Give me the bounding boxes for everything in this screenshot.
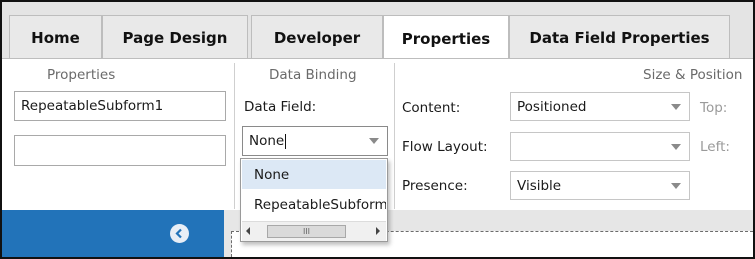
scrollbar-grip: III: [302, 227, 311, 236]
tab-label: Properties: [401, 30, 491, 48]
chevron-down-icon[interactable]: [671, 103, 681, 110]
group-separator: [234, 63, 235, 209]
property-value-field[interactable]: [14, 135, 226, 166]
chevron-down-icon[interactable]: [671, 143, 681, 150]
content-value: Positioned: [517, 98, 587, 115]
data-field-value: None: [249, 133, 285, 149]
dropdown-option-repeatablesubform1[interactable]: RepeatableSubform1: [242, 190, 386, 219]
content-label: Content:: [402, 100, 461, 116]
presence-combo[interactable]: Visible: [510, 171, 690, 200]
tab-label: Page Design: [122, 29, 228, 47]
flow-layout-combo[interactable]: [510, 132, 690, 161]
tab-page-design[interactable]: Page Design: [102, 15, 248, 60]
left-pane: [2, 210, 224, 257]
presence-value: Visible: [517, 177, 562, 194]
group-title-properties: Properties: [47, 67, 116, 83]
dropdown-option-none[interactable]: None: [242, 160, 386, 189]
scroll-left-icon[interactable]: [246, 227, 250, 235]
tab-properties[interactable]: Properties: [383, 15, 509, 62]
group-title-data-binding: Data Binding: [269, 67, 357, 83]
scrollbar-thumb[interactable]: III: [267, 225, 346, 238]
scroll-right-icon[interactable]: [376, 227, 380, 235]
data-field-combo[interactable]: None: [242, 126, 388, 156]
tab-home[interactable]: Home: [9, 15, 102, 60]
chevron-down-icon[interactable]: [671, 182, 681, 189]
ribbon-tab-strip: Home Page Design Developer Properties Da…: [2, 2, 753, 62]
object-name-field[interactable]: RepeatableSubform1: [14, 91, 226, 121]
presence-label: Presence:: [402, 178, 468, 194]
top-label: Top:: [700, 100, 728, 116]
flow-layout-label: Flow Layout:: [402, 139, 488, 155]
tab-developer[interactable]: Developer: [251, 15, 383, 60]
horizontal-scrollbar[interactable]: III: [242, 221, 386, 241]
tab-label: Developer: [273, 29, 361, 47]
group-separator: [394, 63, 395, 209]
chevron-left-circle-icon[interactable]: [170, 224, 189, 243]
group-title-size-position: Size & Position: [643, 67, 743, 83]
tab-label: Data Field Properties: [529, 29, 710, 47]
tab-label: Home: [31, 29, 80, 47]
data-field-label: Data Field:: [244, 99, 317, 115]
text-caret: [285, 133, 287, 149]
chevron-left-glyph: [175, 228, 182, 239]
left-label: Left:: [700, 139, 730, 155]
chevron-down-icon[interactable]: [369, 138, 379, 144]
content-combo[interactable]: Positioned: [510, 92, 690, 121]
data-field-dropdown-list: None RepeatableSubform1 III: [240, 158, 388, 242]
tab-data-field-properties[interactable]: Data Field Properties: [509, 15, 730, 60]
